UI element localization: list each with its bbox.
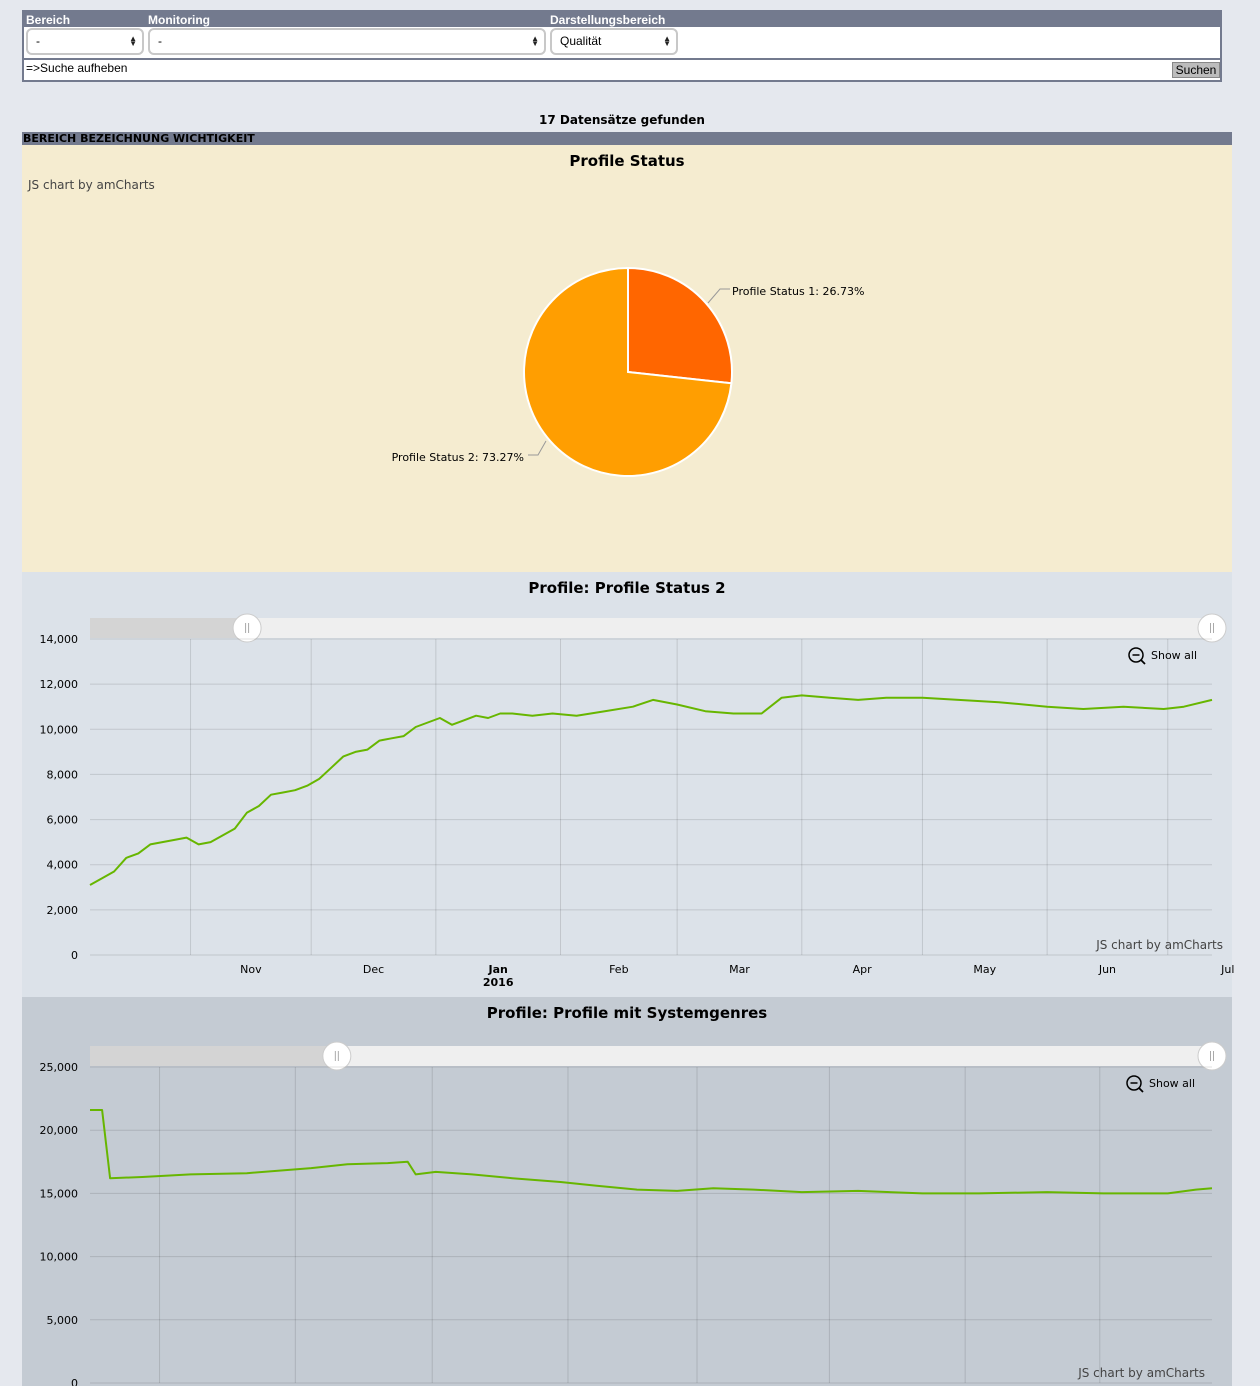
y-tick-label: 6,000: [47, 814, 79, 827]
y-tick-label: 0: [71, 949, 78, 962]
y-tick-label: 20,000: [40, 1124, 79, 1137]
series-line[interactable]: [90, 1109, 1213, 1195]
y-tick-label: 12,000: [40, 678, 79, 691]
x-tick-label: Jul: [1220, 963, 1234, 976]
darstellungsbereich-label: Darstellungsbereich: [550, 13, 666, 27]
bereich-label: Bereich: [26, 13, 71, 27]
pie-slice-1[interactable]: [627, 266, 733, 385]
x-tick-year-label: 2016: [483, 976, 514, 989]
pie-label-2: Profile Status 2: 73.27%: [392, 451, 524, 464]
x-tick-label: May: [973, 963, 996, 976]
y-tick-label: 25,000: [40, 1061, 79, 1074]
y-tick-label: 5,000: [47, 1314, 79, 1327]
bereich-select[interactable]: - ▲ ▼: [26, 28, 144, 55]
scrollbar-unselected: [90, 1046, 337, 1066]
x-tick-label: Mar: [729, 963, 750, 976]
y-tick-label: 10,000: [40, 1251, 79, 1264]
show-all-label: Show all: [1151, 649, 1197, 662]
darstellungsbereich-select-value: Qualität: [560, 34, 602, 48]
show-all-button[interactable]: Show all: [1126, 1075, 1195, 1093]
pie-chart-panel: Profile Status JS chart by amCharts Prof…: [22, 145, 1232, 572]
scrollbar-left-grip[interactable]: [232, 613, 262, 643]
scrollbar-left-grip[interactable]: [322, 1041, 352, 1071]
line-chart-2-panel: Profile: Profile mit Systemgenres 0 5,000…: [22, 997, 1232, 1386]
show-all-button[interactable]: Show all: [1128, 647, 1197, 665]
result-count: 17 Datensätze gefunden: [539, 113, 705, 127]
filter-divider: [24, 58, 1220, 60]
x-tick-label: Dec: [363, 963, 384, 976]
zoom-out-icon-handle: [1138, 1087, 1144, 1093]
y-tick-label: 14,000: [40, 633, 79, 646]
y-tick-label: 15,000: [40, 1187, 79, 1200]
y-tick-label: 4,000: [47, 859, 79, 872]
pie-chart: Profile Status 1: 26.73% Profile Status 2…: [392, 266, 864, 477]
amcharts-credit[interactable]: JS chart by amCharts: [1096, 938, 1223, 952]
pie-label-connector: [528, 440, 547, 456]
reset-search-link[interactable]: =>Suche aufheben: [26, 61, 127, 75]
x-tick-label: Apr: [853, 963, 873, 976]
monitoring-select-value: -: [158, 34, 162, 48]
select-arrows-icon: ▲ ▼: [531, 34, 539, 48]
column-header: BEREICH BEZEICHNUNG WICHTIGKEIT: [22, 132, 1232, 145]
monitoring-select[interactable]: - ▲ ▼: [148, 28, 546, 55]
zoom-out-icon-handle: [1140, 659, 1146, 665]
search-button[interactable]: Suchen: [1172, 62, 1220, 78]
x-tick-label: Feb: [609, 963, 628, 976]
pie-label-connector: [707, 288, 730, 304]
scrollbar-unselected: [90, 618, 248, 638]
filter-form: Bereich Monitoring Darstellungsbereich -…: [22, 10, 1222, 82]
x-tick-label: Jun: [1098, 963, 1116, 976]
y-tick-label: 2,000: [47, 904, 79, 917]
line-chart-1-panel: Profile: Profile Status 2 0 2,000 4,000 6,0…: [22, 572, 1234, 997]
y-tick-label: 10,000: [40, 723, 79, 736]
scrollbar-right-grip[interactable]: [1197, 1041, 1227, 1071]
x-tick-label: Nov: [240, 963, 262, 976]
bereich-select-value: -: [36, 34, 40, 48]
pie-label-1: Profile Status 1: 26.73%: [732, 285, 864, 298]
line-chart-2: 0 5,000 10,000 15,000 20,000 25,000 Show all: [40, 1041, 1227, 1386]
select-arrows-icon: ▲ ▼: [663, 34, 671, 48]
select-arrows-icon: ▲ ▼: [129, 34, 137, 48]
monitoring-label: Monitoring: [148, 13, 210, 27]
x-tick-label: Jan: [488, 963, 508, 976]
y-tick-label: 0: [71, 1377, 78, 1386]
line-chart-1: 0 2,000 4,000 6,000 8,000 10,000 12,000 14,000 N…: [40, 613, 1234, 989]
y-tick-label: 8,000: [47, 768, 79, 781]
scrollbar-right-grip[interactable]: [1197, 613, 1227, 643]
show-all-label: Show all: [1149, 1077, 1195, 1090]
amcharts-credit[interactable]: JS chart by amCharts: [1078, 1366, 1205, 1380]
series-line[interactable]: [89, 694, 1213, 886]
darstellungsbereich-select[interactable]: Qualität ▲ ▼: [550, 28, 678, 55]
